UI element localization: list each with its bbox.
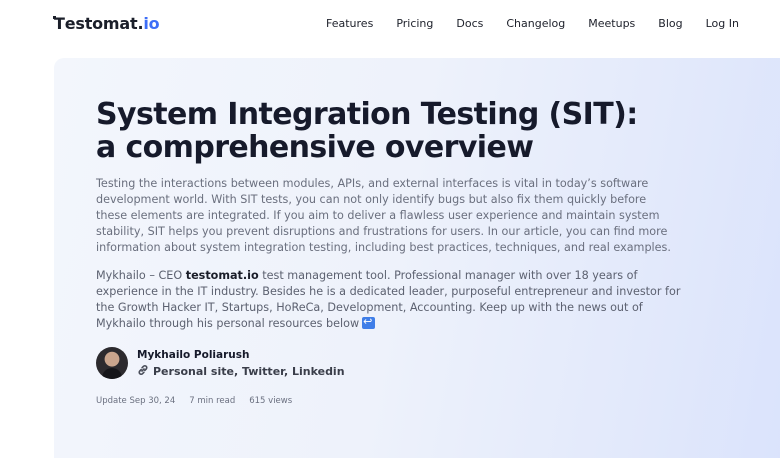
nav-blog[interactable]: Blog	[658, 17, 682, 30]
meta-read-time: 7 min read	[189, 396, 236, 406]
article-intro: Testing the interactions between modules…	[96, 177, 671, 254]
top-navigation: Testomat.io Features Pricing Docs Change…	[0, 0, 780, 50]
avatar	[96, 347, 128, 379]
article-title-line1: System Integration Testing (SIT):	[96, 97, 638, 132]
article-title-line2: a comprehensive overview	[96, 130, 534, 165]
author-links[interactable]: Personal site, Twitter, Linkedin	[137, 364, 345, 378]
nav-docs[interactable]: Docs	[456, 17, 483, 30]
author-name[interactable]: Mykhailo Poliarush	[137, 349, 249, 361]
logo[interactable]: Testomat.io	[53, 14, 160, 33]
logo-text: Testomat.	[53, 14, 144, 33]
author-bio: Mykhailo – CEO testomat.io test manageme…	[96, 268, 696, 332]
bio-brand: testomat.io	[185, 269, 259, 282]
logo-accent: io	[143, 14, 160, 33]
meta-updated: Update Sep 30, 24	[96, 396, 176, 406]
link-icon	[138, 365, 148, 375]
article-meta: Update Sep 30, 24 7 min read 615 views	[96, 396, 292, 406]
article-title: System Integration Testing (SIT): a comp…	[96, 98, 696, 164]
nav-pricing[interactable]: Pricing	[396, 17, 433, 30]
nav-changelog[interactable]: Changelog	[506, 17, 565, 30]
author-links-text[interactable]: Personal site, Twitter, Linkedin	[153, 365, 345, 378]
nav-meetups[interactable]: Meetups	[588, 17, 635, 30]
nav-login[interactable]: Log In	[706, 17, 739, 30]
nav-features[interactable]: Features	[326, 17, 373, 30]
return-arrow-icon	[362, 314, 376, 330]
bio-prefix: Mykhailo – CEO	[96, 269, 186, 282]
meta-views: 615 views	[249, 396, 293, 406]
nav-links: Features Pricing Docs Changelog Meetups …	[303, 17, 739, 30]
